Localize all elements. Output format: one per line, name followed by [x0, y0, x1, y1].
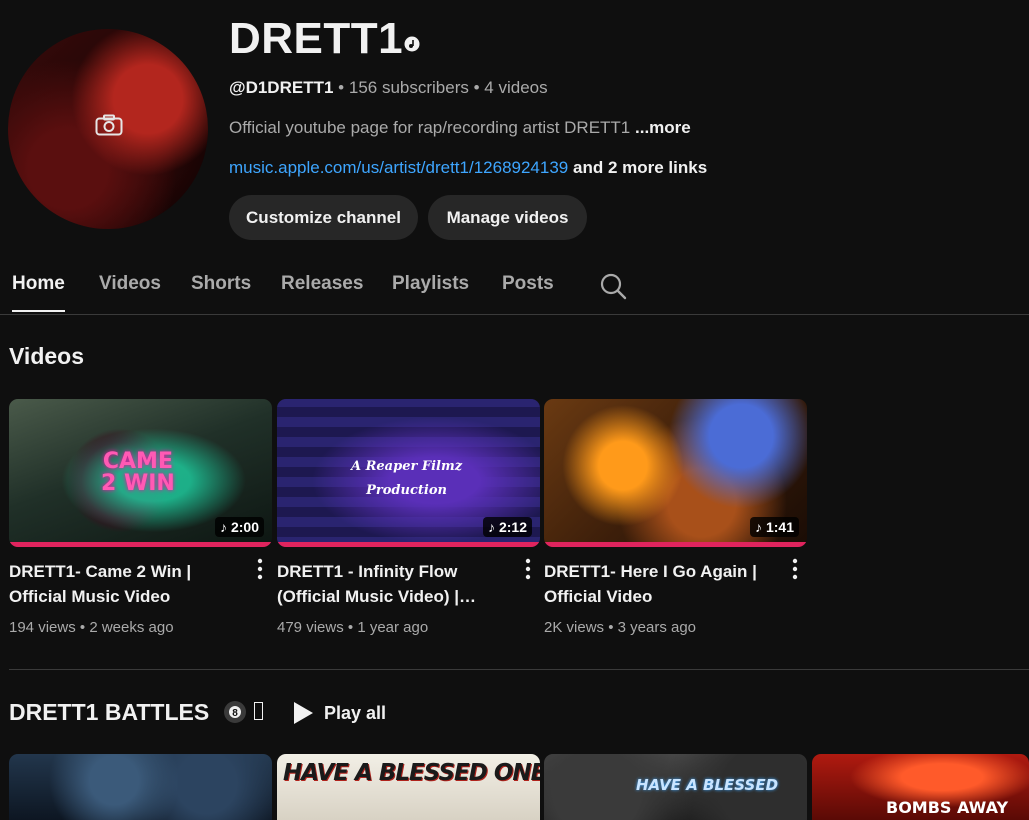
- music-note-badge-icon: [404, 36, 420, 52]
- videos-section-title: Videos: [9, 343, 84, 369]
- video-duration: ♪ 2:12: [482, 517, 532, 537]
- music-note-icon: ♪: [219, 519, 227, 535]
- eight-ball-number: 8: [232, 708, 238, 719]
- more-links-button[interactable]: and 2 more links: [573, 158, 707, 177]
- channel-avatar[interactable]: [8, 29, 208, 229]
- video-thumbnail[interactable]: ♪ 1:41: [544, 399, 807, 547]
- customize-channel-button[interactable]: Customize channel: [229, 195, 418, 240]
- tab-posts[interactable]: Posts: [502, 262, 554, 312]
- music-note-icon: ♪: [487, 519, 495, 535]
- video-duration: ♪ 1:41: [749, 517, 799, 537]
- view-count: 2K views: [544, 619, 605, 636]
- tab-releases[interactable]: Releases: [281, 262, 363, 312]
- channel-description: Official youtube page for rap/recording …: [229, 118, 691, 138]
- channel-handle: @D1DRETT1: [229, 78, 334, 97]
- channel-tabs: Home Videos Shorts Releases Playlists Po…: [0, 262, 1029, 315]
- channel-links: music.apple.com/us/artist/drett1/1268924…: [229, 158, 707, 178]
- view-count: 194 views: [9, 619, 76, 636]
- play-all-label: Play all: [324, 702, 387, 723]
- meta-separator: •: [473, 78, 480, 97]
- video-meta: 479 views • 1 year ago: [277, 619, 540, 636]
- meta-separator: •: [79, 619, 86, 636]
- play-icon: [294, 702, 313, 724]
- video-duration: ♪ 2:00: [214, 517, 264, 537]
- video-thumbnail[interactable]: CAME 2 WIN ♪ 2:00: [9, 399, 272, 547]
- description-more-link[interactable]: ...more: [635, 118, 691, 137]
- tab-videos[interactable]: Videos: [99, 262, 161, 312]
- video-meta: 2K views • 3 years ago: [544, 619, 807, 636]
- meta-separator: •: [347, 619, 354, 636]
- tab-playlists[interactable]: Playlists: [392, 262, 469, 312]
- tab-home[interactable]: Home: [12, 262, 65, 312]
- meta-separator: •: [338, 78, 345, 97]
- playlist-thumbnail[interactable]: BOMBS AWAY: [812, 754, 1029, 820]
- view-count: 479 views: [277, 619, 344, 636]
- thumbnail-title-text: A Reaper Filmz Production: [351, 459, 463, 498]
- playlist-section-title: DRETT1 BATTLES: [9, 699, 210, 725]
- watch-progress-bar: [9, 542, 272, 547]
- camera-icon: [95, 114, 123, 136]
- more-options-icon[interactable]: [250, 557, 270, 581]
- eight-ball-icon: 8: [224, 701, 246, 723]
- more-options-icon[interactable]: [518, 557, 538, 581]
- channel-name: DRETT1: [229, 14, 404, 63]
- video-card: CAME 2 WIN ♪ 2:00 DRETT1- Came 2 Win | O…: [9, 399, 272, 636]
- video-title[interactable]: DRETT1- Here I Go Again | Official Video: [544, 559, 776, 609]
- video-title[interactable]: DRETT1- Came 2 Win | Official Music Vide…: [9, 559, 241, 609]
- video-count: 4 videos: [484, 78, 548, 97]
- tab-shorts[interactable]: Shorts: [191, 262, 251, 312]
- thumbnail-title-text: CAME 2 WIN: [101, 449, 175, 496]
- channel-external-link[interactable]: music.apple.com/us/artist/drett1/1268924…: [229, 158, 568, 177]
- video-card: A Reaper Filmz Production ♪ 2:12 DRETT1 …: [277, 399, 540, 636]
- video-title[interactable]: DRETT1 - Infinity Flow (Official Music V…: [277, 559, 509, 609]
- video-thumbnail[interactable]: A Reaper Filmz Production ♪ 2:12: [277, 399, 540, 547]
- description-text: Official youtube page for rap/recording …: [229, 118, 631, 137]
- video-meta: 194 views • 2 weeks ago: [9, 619, 272, 636]
- meta-separator: •: [608, 619, 614, 636]
- manage-videos-button[interactable]: Manage videos: [428, 195, 587, 240]
- upload-age: 3 years ago: [617, 619, 697, 636]
- missing-glyph-icon: [254, 702, 263, 720]
- play-all-button[interactable]: Play all: [292, 700, 386, 726]
- search-icon[interactable]: [599, 272, 627, 300]
- thumbnail-title-text: HAVE A BLESSED: [636, 776, 779, 794]
- channel-meta: @D1DRETT1 • 156 subscribers • 4 videos: [229, 78, 548, 98]
- subscriber-count: 156 subscribers: [348, 78, 469, 97]
- watch-progress-bar: [277, 542, 540, 547]
- upload-age: 1 year ago: [357, 619, 429, 636]
- playlist-thumbnail[interactable]: HAVE A BLESSED ONE: [277, 754, 540, 820]
- playlist-thumbnail[interactable]: HAVE A BLESSED: [544, 754, 807, 820]
- thumbnail-title-text: BOMBS AWAY: [886, 798, 1009, 817]
- music-note-icon: ♪: [754, 519, 762, 535]
- more-options-icon[interactable]: [785, 557, 805, 581]
- section-divider: [9, 669, 1029, 670]
- video-card: ♪ 1:41 DRETT1- Here I Go Again | Officia…: [544, 399, 807, 636]
- playlist-thumbnail[interactable]: [9, 754, 272, 820]
- thumbnail-title-text: HAVE A BLESSED ONE: [283, 760, 540, 786]
- upload-age: 2 weeks ago: [89, 619, 174, 636]
- watch-progress-bar: [544, 542, 807, 547]
